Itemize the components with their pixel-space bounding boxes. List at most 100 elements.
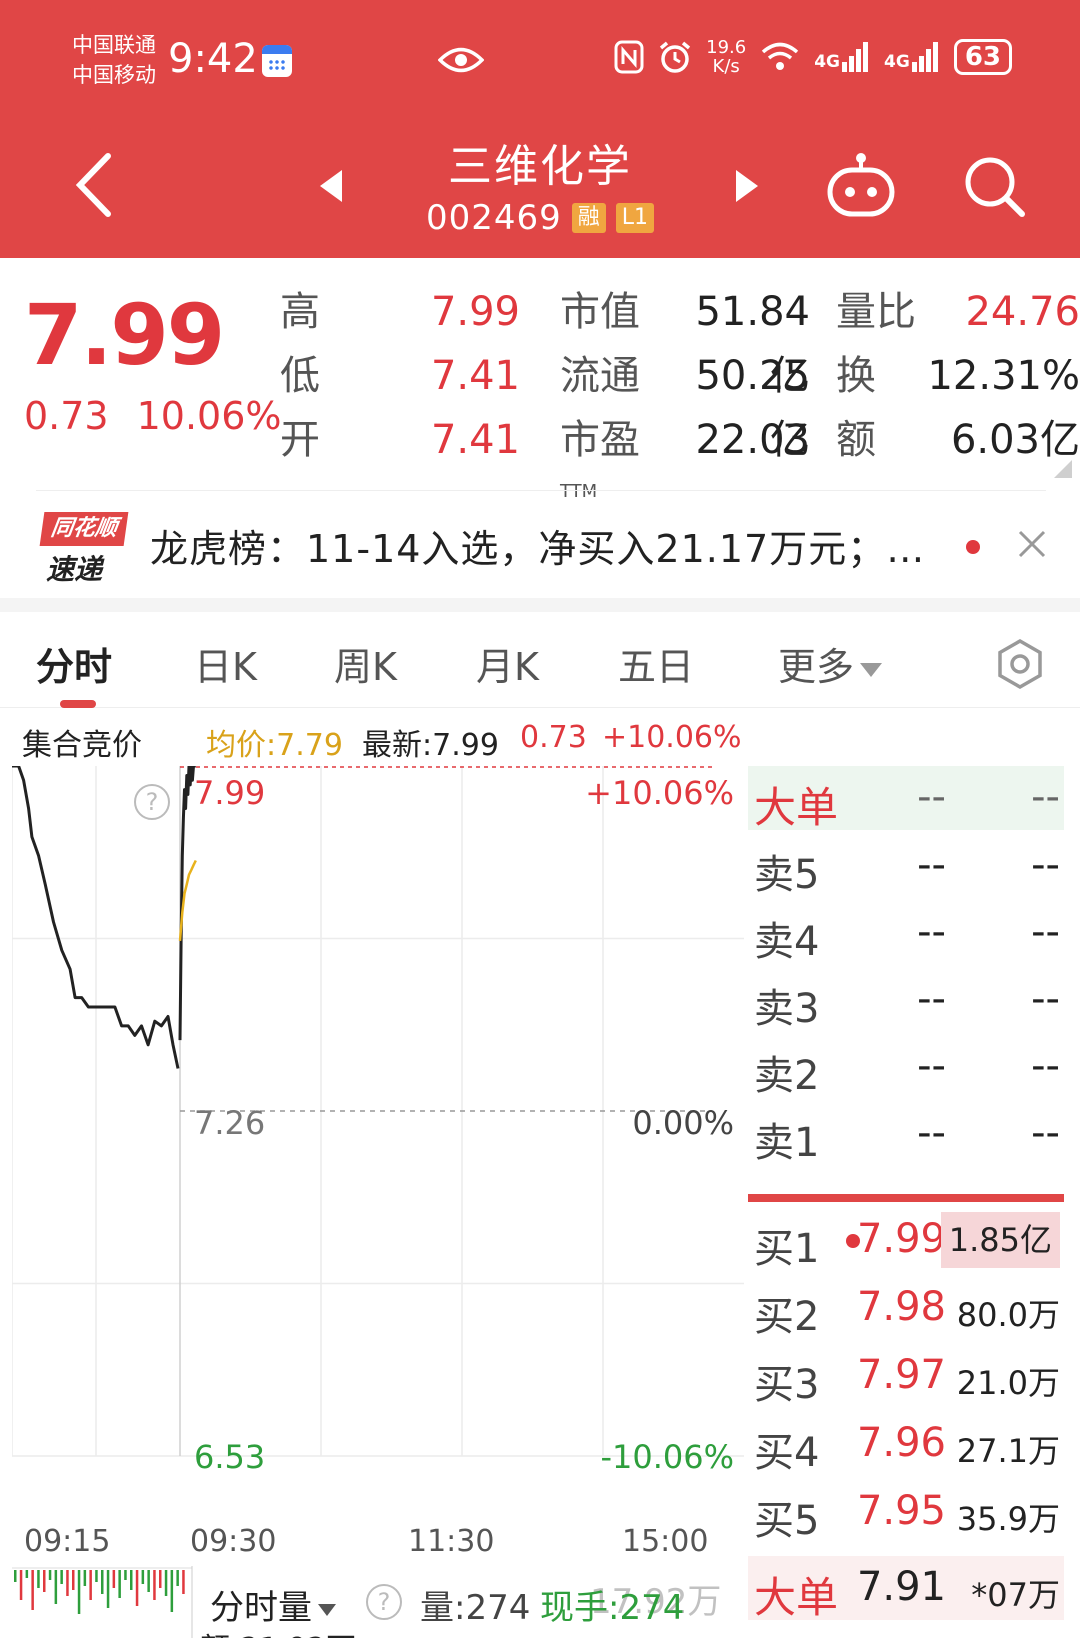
volume-bar	[170, 1570, 174, 1612]
chart-tabs: 分时 日K 周K 月K 五日 更多	[0, 612, 1080, 708]
pct-label-top: +10.06%	[585, 774, 734, 812]
news-ticker[interactable]: 同花顺 速递 龙虎榜：11-14入选，净买入21.17万元；…	[0, 496, 1080, 596]
buy-row[interactable]: 买3 7.97 21.0万	[748, 1344, 1064, 1408]
news-text[interactable]: 龙虎榜：11-14入选，净买入21.17万元；…	[150, 518, 960, 573]
tab-monthly-k[interactable]: 月K	[476, 636, 539, 691]
volume-bar	[25, 1570, 29, 1578]
quote-mktcap: 市值 51.84亿	[560, 289, 810, 399]
sell-row[interactable]: 卖2 -- --	[748, 1035, 1064, 1099]
big-order-bottom-row[interactable]: 大单 7.91 *07万	[748, 1556, 1064, 1622]
settings-hex-icon[interactable]	[994, 638, 1046, 690]
intraday-chart[interactable]: ? 7.99 +10.06% 7.26 0.00% 6.53 -10.06%	[12, 766, 744, 1516]
nfc-icon	[614, 40, 644, 74]
volume-bar	[66, 1570, 69, 1596]
buy-row[interactable]: 买1 7.99 1.85亿	[748, 1208, 1064, 1272]
wifi-icon	[762, 42, 799, 70]
carrier-2: 中国移动	[72, 63, 156, 87]
big-order-row[interactable]: 大单 -- --	[748, 766, 1064, 832]
close-icon[interactable]	[1014, 526, 1050, 562]
tab-weekly-k[interactable]: 周K	[334, 636, 397, 691]
search-icon[interactable]	[962, 154, 1026, 218]
status-bar: 中国联通 中国移动 9:42 19.6 K/s 4G 4G 63	[0, 0, 1080, 120]
chart-series	[12, 766, 197, 1069]
order-book: 大单 -- -- 卖5 -- -- 卖4 -- -- 卖3 -- -- 卖2 -…	[748, 766, 1080, 1638]
price-change: 0.73 10.06%	[24, 394, 282, 438]
net-speed: 19.6 K/s	[706, 37, 747, 77]
change-amount: 0.73	[24, 394, 109, 438]
next-stock-icon[interactable]	[734, 168, 760, 204]
back-arrow-icon[interactable]	[70, 150, 120, 220]
eye-icon	[438, 47, 484, 73]
auction-volume-bars	[12, 1566, 193, 1638]
prev-stock-icon[interactable]	[318, 168, 344, 204]
expand-corner-icon[interactable]	[1054, 460, 1072, 478]
chart-info-bar: 集合竞价 均价:7.79 最新:7.99 0.73 +10.06%	[0, 710, 742, 764]
nav-bar: 三维化学 002469 融 L1	[0, 120, 1080, 258]
quote-high: 高 7.99	[280, 289, 520, 335]
quote-pe: 市盈TTM 22.03	[560, 417, 810, 502]
volume-bar	[118, 1570, 121, 1598]
quote-amount: 额 6.03亿	[836, 417, 1080, 463]
book-separator	[748, 1194, 1064, 1202]
buy-row[interactable]: 买4 7.96 27.1万	[748, 1412, 1064, 1476]
buy-row[interactable]: 买2 7.98 80.0万	[748, 1276, 1064, 1340]
avg-price: 均价:7.79	[206, 728, 343, 763]
sell-row[interactable]: 卖5 -- --	[748, 834, 1064, 898]
volume-bar	[112, 1570, 116, 1588]
battery-indicator: 63	[953, 39, 1012, 75]
tab-intraday[interactable]: 分时	[36, 636, 112, 691]
tab-more[interactable]: 更多	[778, 636, 883, 691]
stock-code-row: 002469 融 L1	[380, 198, 700, 238]
volume-bar	[60, 1570, 63, 1584]
volume-bar	[43, 1570, 46, 1592]
volume-bar	[124, 1570, 127, 1580]
quote-vol-ratio: 量比 24.76	[836, 289, 1080, 335]
signal-bars-icon	[842, 42, 869, 72]
volume-section: 分时量 ? 17.92万 量:274 现手:274 额:21.92万	[0, 1566, 740, 1638]
help-icon[interactable]: ?	[366, 1584, 402, 1620]
volume-hand: 现手:274	[540, 1588, 685, 1628]
quote-summary: 7.99 0.73 10.06% 高 7.99 低 7.41 开 7.41 市值 51.8…	[0, 258, 1080, 502]
signal-4g-2: 4G	[884, 42, 940, 72]
time-axis: 09:15 09:30 11:30 15:00	[12, 1518, 744, 1568]
volume-bar	[72, 1570, 75, 1590]
signal-bars-icon	[911, 42, 938, 72]
quote-float: 流通 50.25亿	[560, 353, 810, 463]
volume-bar	[77, 1570, 81, 1614]
time-label: 11:30	[408, 1524, 495, 1559]
volume-bar	[37, 1570, 40, 1588]
volume-selector[interactable]: 分时量	[210, 1580, 336, 1629]
volume-bar	[130, 1570, 133, 1590]
status-icons: 19.6 K/s 4G 4G 63	[614, 38, 1012, 76]
latest-change: 0.73	[520, 720, 587, 755]
volume-bar	[101, 1570, 104, 1594]
volume-bar	[83, 1570, 87, 1586]
volume-bar	[153, 1570, 156, 1600]
volume-bar	[106, 1570, 110, 1608]
price-label-top: 7.99	[194, 774, 266, 812]
volume-bar	[89, 1570, 92, 1600]
unread-dot	[966, 540, 980, 554]
time-label: 09:15	[24, 1524, 111, 1559]
volume-bar	[159, 1570, 162, 1588]
latest-price: 最新:7.99	[362, 728, 499, 763]
tab-daily-k[interactable]: 日K	[194, 636, 257, 691]
volume-bar	[54, 1570, 58, 1604]
sell-row[interactable]: 卖3 -- --	[748, 968, 1064, 1032]
divider	[36, 490, 1046, 491]
tab-five-day[interactable]: 五日	[618, 636, 694, 691]
volume-bar	[141, 1570, 145, 1584]
auction-label: 集合竞价	[22, 728, 142, 763]
volume-bar	[14, 1570, 17, 1582]
section-gap	[0, 598, 1080, 612]
time-label: 15:00	[622, 1524, 709, 1559]
sell-row[interactable]: 卖1 -- --	[748, 1102, 1064, 1166]
buy-row[interactable]: 买5 7.95 35.9万	[748, 1480, 1064, 1544]
news-logo: 同花顺 速递	[36, 512, 129, 586]
level-badge: L1	[615, 203, 655, 233]
price-label-mid: 7.26	[194, 1104, 266, 1142]
help-icon[interactable]: ?	[134, 784, 170, 820]
sell-row[interactable]: 卖4 -- --	[748, 901, 1064, 965]
robot-assistant-icon[interactable]	[826, 150, 896, 220]
volume-bar	[19, 1570, 23, 1600]
